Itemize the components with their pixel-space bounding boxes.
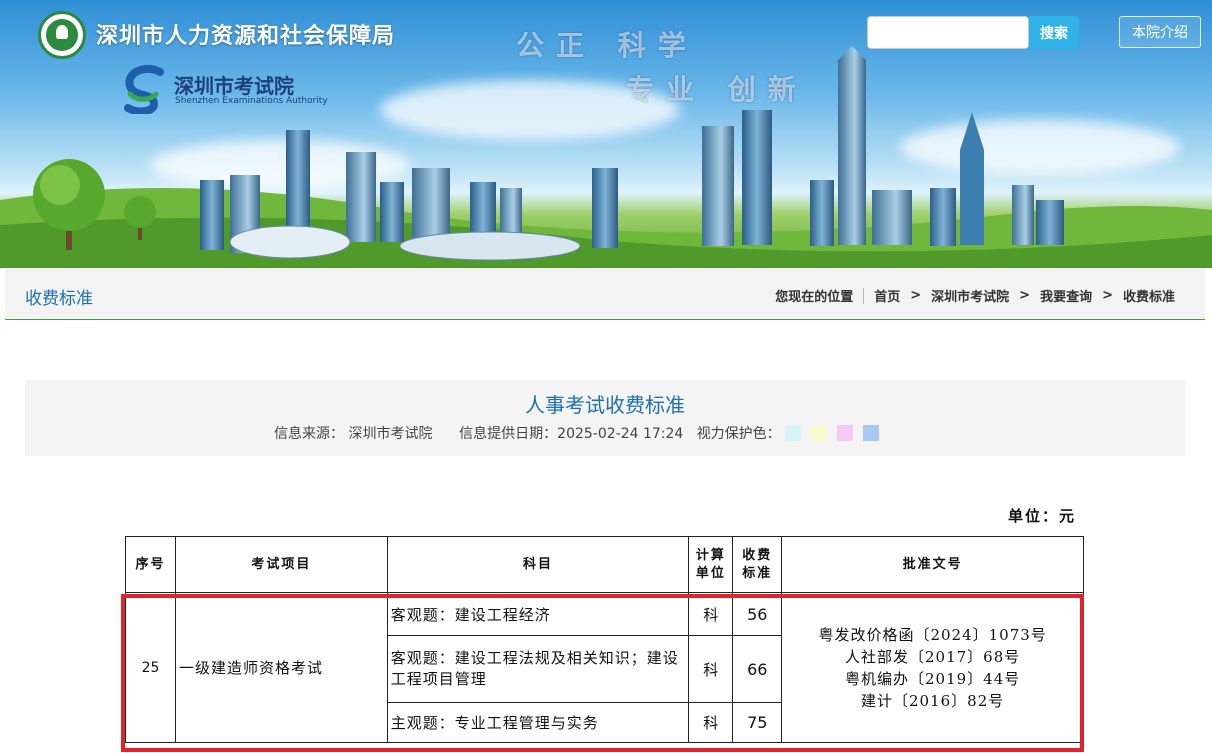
- row-unit: 科: [688, 702, 734, 743]
- approval-line: 粤机编办〔2019〕44号: [845, 669, 1021, 688]
- page-title: 收费标准: [25, 289, 93, 309]
- header-unit-text: 计算单位: [695, 547, 726, 581]
- slogan-line-2: 专业 创新: [626, 73, 808, 106]
- header-no: 序号: [125, 536, 176, 593]
- row-fee: 56: [732, 592, 783, 636]
- article-title: 人事考试收费标准: [525, 393, 685, 417]
- exam-authority-logo: [124, 64, 164, 114]
- article-meta: 信息来源： 深圳市考试院 信息提供日期：2025-02-24 17:24 视力保…: [274, 423, 879, 443]
- eye-care-cyan-swatch[interactable]: [784, 425, 801, 441]
- breadcrumb-exam-authority-link[interactable]: 深圳市考试院: [931, 286, 1009, 305]
- article-source: 信息来源： 深圳市考试院: [274, 426, 433, 442]
- breadcrumb-arrow-icon: >: [1019, 288, 1031, 303]
- row-unit: 科: [688, 635, 734, 703]
- breadcrumb-query-link[interactable]: 我要查询: [1040, 286, 1092, 305]
- slogan-line-1: 公正 科学: [516, 29, 698, 62]
- row-fee: 75: [732, 702, 783, 743]
- row-project: 一级建造师资格考试: [174, 592, 388, 743]
- fee-table: 序号 考试项目 科目 计算单位 收费标准 批准文号 25 一级建造师资格考试 客…: [125, 536, 1084, 743]
- intro-button[interactable]: 本院介绍: [1119, 16, 1201, 48]
- row-approvals: 粤发改价格函〔2024〕1073号 人社部发〔2017〕68号 粤机编办〔201…: [781, 592, 1084, 743]
- location-bar: 收费标准 您现在的位置 首页 > 深圳市考试院 > 我要查询 > 收费标准: [5, 268, 1205, 320]
- eye-care-pink-swatch[interactable]: [836, 425, 853, 441]
- approval-line: 人社部发〔2017〕68号: [845, 647, 1021, 666]
- eye-care-blue-swatch[interactable]: [862, 425, 879, 441]
- breadcrumb-divider: [863, 287, 865, 304]
- exam-authority-name-en: Shenzhen Examinations Authority: [175, 96, 328, 106]
- row-subject: 客观题：建设工程经济: [386, 592, 690, 636]
- article-header: 人事考试收费标准 信息来源： 深圳市考试院 信息提供日期：2025-02-24 …: [25, 380, 1185, 456]
- breadcrumb-location-label: 您现在的位置: [775, 290, 854, 305]
- row-subject: 客观题：建设工程法规及相关知识；建设工程项目管理: [386, 635, 690, 703]
- header-fee: 收费标准: [732, 536, 783, 593]
- breadcrumb-current[interactable]: 收费标准: [1123, 286, 1175, 305]
- header-banner: 深圳市人力资源和社会保障局 深圳市考试院 Shenzhen Examinatio…: [0, 0, 1212, 268]
- row-unit: 科: [688, 592, 734, 636]
- table-row: 25 一级建造师资格考试 客观题：建设工程经济 科 56 粤发改价格函〔2024…: [125, 592, 1084, 743]
- eye-care-label: 视力保护色：: [696, 426, 781, 442]
- header-approval: 批准文号: [781, 536, 1084, 593]
- row-no: 25: [125, 592, 176, 743]
- search-button[interactable]: 搜索: [1029, 16, 1079, 49]
- breadcrumb-home-link[interactable]: 首页: [874, 286, 900, 305]
- header-fee-text: 收费标准: [742, 547, 773, 581]
- row-subject: 主观题：专业工程管理与实务: [386, 702, 690, 743]
- unit-label: 单位：元: [1008, 507, 1077, 525]
- header-unit: 计算单位: [688, 536, 734, 593]
- exam-authority-name: 深圳市考试院: [174, 74, 294, 98]
- approval-line: 建计〔2016〕82号: [861, 691, 1005, 710]
- bureau-name: 深圳市人力资源和社会保障局: [96, 24, 396, 49]
- search-input[interactable]: [867, 16, 1029, 49]
- breadcrumb-arrow-icon: >: [910, 288, 922, 303]
- header-subject: 科目: [386, 536, 690, 593]
- eye-care-yellow-swatch[interactable]: [810, 425, 827, 441]
- breadcrumb: 您现在的位置 首页 > 深圳市考试院 > 我要查询 > 收费标准: [775, 286, 1175, 305]
- approval-line: 粤发改价格函〔2024〕1073号: [818, 625, 1047, 644]
- row-fee: 66: [732, 635, 783, 703]
- table-header-row: 序号 考试项目 科目 计算单位 收费标准 批准文号: [125, 536, 1084, 593]
- breadcrumb-arrow-icon: >: [1102, 288, 1113, 303]
- header-project: 考试项目: [174, 536, 388, 593]
- hrss-emblem-logo: [38, 11, 86, 59]
- article-date: 信息提供日期：2025-02-24 17:24: [459, 426, 684, 442]
